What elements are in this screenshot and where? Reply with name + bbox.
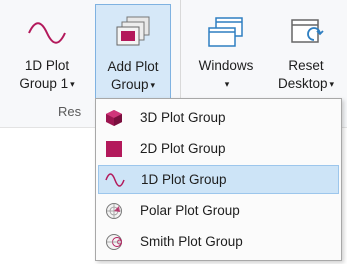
sine-wave-icon	[101, 165, 129, 194]
ribbon-group-label: Res	[58, 104, 82, 119]
sine-wave-icon	[27, 10, 67, 56]
menu-item-2d-plot-group[interactable]: 2D Plot Group	[98, 134, 339, 163]
dropdown-arrow-icon: ▾	[150, 80, 156, 91]
button-label-line1: Add Plot	[107, 59, 159, 74]
polar-icon	[100, 196, 128, 225]
cube-icon	[100, 103, 128, 132]
button-label-line1: Reset	[288, 58, 324, 73]
dropdown-arrow-icon: ▾	[329, 79, 335, 90]
menu-item-label: Smith Plot Group	[140, 234, 243, 249]
button-label-line2: Group 1	[19, 76, 69, 91]
menu-item-label: 1D Plot Group	[141, 172, 227, 187]
menu-item-label: Polar Plot Group	[140, 203, 240, 218]
button-label-line2: Group	[110, 77, 149, 92]
add-plot-group-menu: 3D Plot Group 2D Plot Group 1D Plot Grou…	[95, 98, 342, 261]
menu-item-3d-plot-group[interactable]: 3D Plot Group	[98, 103, 339, 132]
button-label-line1: 1D Plot	[24, 58, 70, 73]
menu-item-label: 3D Plot Group	[140, 110, 226, 125]
button-label-line2: Desktop	[277, 76, 328, 91]
smith-chart-icon	[100, 227, 128, 256]
square-icon	[100, 134, 128, 163]
reset-desktop-icon	[286, 10, 326, 56]
windows-button[interactable]: Windows ▾	[190, 4, 262, 100]
dropdown-arrow-icon: ▾	[70, 79, 75, 90]
button-label-line1: Windows	[198, 58, 254, 73]
reset-desktop-button[interactable]: Reset Desktop ▾	[268, 4, 344, 100]
windows-icon	[206, 10, 246, 56]
menu-item-label: 2D Plot Group	[140, 141, 226, 156]
menu-item-smith-plot-group[interactable]: Smith Plot Group	[98, 227, 339, 256]
dropdown-arrow-icon: ▾	[224, 79, 230, 90]
add-plot-group-button[interactable]: Add Plot Group ▾	[95, 4, 171, 99]
menu-item-polar-plot-group[interactable]: Polar Plot Group	[98, 196, 339, 225]
add-plot-group-icon	[113, 11, 153, 57]
menu-item-1d-plot-group[interactable]: 1D Plot Group	[98, 165, 339, 194]
1d-plot-group-button[interactable]: 1D Plot Group 1 ▾	[8, 4, 86, 100]
